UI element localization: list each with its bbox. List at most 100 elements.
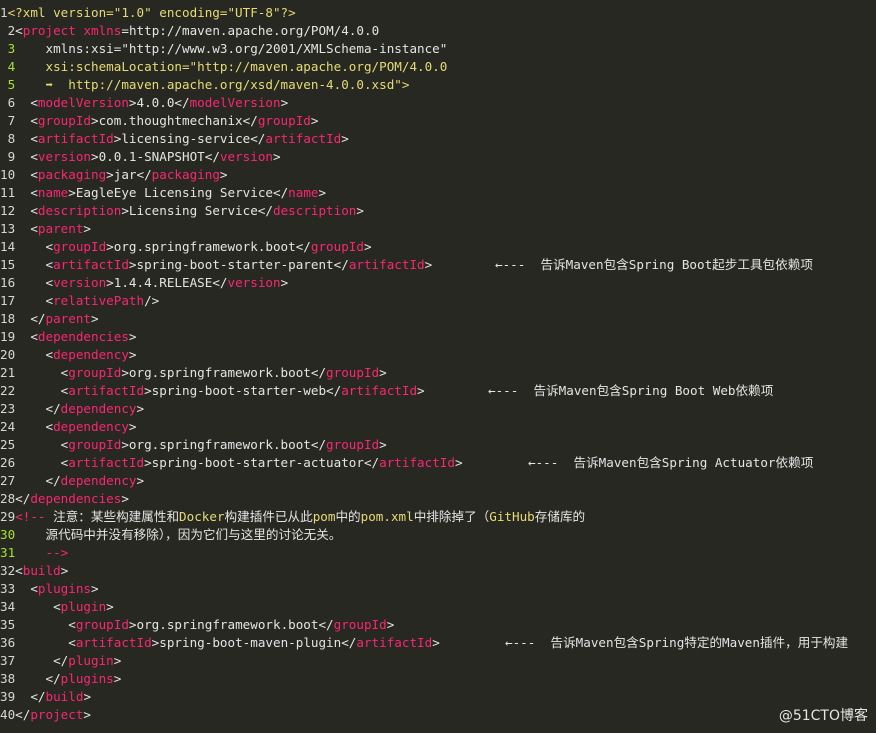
line-number: 19 <box>0 329 16 344</box>
code-text: </plugins> <box>15 670 122 688</box>
code-line: 1 <?xml version="1.0" encoding="UTF-8"?> <box>0 4 876 22</box>
code-line: 6 <modelVersion>4.0.0</modelVersion> <box>0 94 876 112</box>
code-line: 18 </parent> <box>0 310 876 328</box>
code-token: < <box>15 599 61 614</box>
code-token: > <box>363 239 372 254</box>
line-number: 14 <box>0 239 16 254</box>
code-token: ➡ http://maven.apache.org/xsd/maven-4.0.… <box>15 77 410 92</box>
line-number: 21 <box>0 365 16 380</box>
code-token: > <box>91 311 99 326</box>
code-line: 20 <dependency> <box>0 346 876 364</box>
code-text: <packaging>jar</packaging> <box>15 166 227 184</box>
code-token: > <box>417 383 425 398</box>
code-line: 7 <groupId>com.thoughtmechanix</groupId> <box>0 112 876 130</box>
code-token: <?xml version="1.0" encoding="UTF-8"?> <box>7 5 296 20</box>
code-token: 中排除掉了（ <box>413 509 490 524</box>
code-token: < <box>15 23 23 38</box>
code-text: <groupId>org.springframework.boot</group… <box>15 616 394 634</box>
code-line: 37 </plugin> <box>0 652 876 670</box>
code-token: artifactId <box>68 383 145 398</box>
line-number: 18 <box>0 311 16 326</box>
code-token: </ <box>15 707 31 722</box>
code-token: version <box>227 275 281 290</box>
code-line: 21 <groupId>org.springframework.boot</gr… <box>0 364 876 382</box>
code-token: > <box>432 635 440 650</box>
code-text: <dependency> <box>15 418 137 436</box>
line-number: 33 <box>0 581 16 596</box>
code-token: </ <box>15 671 61 686</box>
line-number: 38 <box>0 671 16 686</box>
code-line: 23 </dependency> <box>0 400 876 418</box>
code-token: >0.0.1-SNAPSHOT</ <box>91 149 220 164</box>
line-number: 12 <box>0 203 16 218</box>
code-text: <artifactId>spring-boot-maven-plugin</ar… <box>15 634 440 652</box>
code-token: parent <box>45 311 92 326</box>
code-token: < <box>15 185 38 200</box>
annotation-note: ←--- 告诉Maven包含Spring Boot Web依赖项 <box>488 383 774 398</box>
code-token: < <box>15 329 38 344</box>
code-token: groupId <box>53 239 107 254</box>
code-line: 38 </plugins> <box>0 670 876 688</box>
line-number: 40 <box>0 707 16 722</box>
code-token: < <box>15 563 23 578</box>
code-token: groupId <box>310 239 364 254</box>
line-number: 8 <box>0 131 16 146</box>
line-number: 17 <box>0 293 16 308</box>
code-line: 13 <parent> <box>0 220 876 238</box>
code-token: < <box>15 419 54 434</box>
code-token: >EagleEye Licensing Service</ <box>68 185 289 200</box>
code-token: </ <box>15 401 61 416</box>
code-line: 25 <groupId>org.springframework.boot</gr… <box>0 436 876 454</box>
code-line: 14 <groupId>org.springframework.boot</gr… <box>0 238 876 256</box>
code-token: </ <box>15 473 61 488</box>
code-token: >jar</ <box>106 167 152 182</box>
code-token: >org.springframework.boot</ <box>121 437 327 452</box>
code-token: >org.springframework.boot</ <box>106 239 311 254</box>
line-number: 16 <box>0 275 16 290</box>
code-token: >org.springframework.boot</ <box>128 617 334 632</box>
code-text: <description>Licensing Service</descript… <box>15 202 364 220</box>
line-number: 3 <box>0 41 16 56</box>
code-line: 5 ➡ http://maven.apache.org/xsd/maven-4.… <box>0 76 876 94</box>
line-number: 1 <box>0 5 8 20</box>
code-token: < <box>15 95 38 110</box>
line-number: 39 <box>0 689 16 704</box>
code-text: <dependencies> <box>15 328 136 346</box>
code-token: build <box>45 689 84 704</box>
code-token: < <box>15 617 76 632</box>
code-token: < <box>15 293 54 308</box>
code-token: groupId <box>257 113 311 128</box>
line-number: 25 <box>0 437 16 452</box>
code-token: plugins <box>60 671 114 686</box>
code-token: < <box>15 383 69 398</box>
code-token: < <box>15 365 69 380</box>
code-text: <project xmlns=http://maven.apache.org/P… <box>15 22 379 40</box>
code-token: --> <box>15 545 69 560</box>
code-token: xsi:schemaLocation="http://maven.apache.… <box>15 59 448 74</box>
code-text: <groupId>org.springframework.boot</group… <box>15 364 387 382</box>
code-token: build <box>22 563 61 578</box>
code-text: </project> <box>15 706 91 724</box>
code-token: > <box>318 185 327 200</box>
code-token: >spring-boot-maven-plugin</ <box>151 635 357 650</box>
code-line: 22 <artifactId>spring-boot-starter-web</… <box>0 382 876 400</box>
code-text: <build> <box>15 562 68 580</box>
code-token: > <box>83 221 92 236</box>
code-token: dependencies <box>37 329 129 344</box>
code-line: 28 </dependencies> <box>0 490 876 508</box>
code-token: description <box>272 203 357 218</box>
code-text: ➡ http://maven.apache.org/xsd/maven-4.0.… <box>15 76 410 94</box>
code-token: artifactId <box>37 131 114 146</box>
code-view: 1 <?xml version="1.0" encoding="UTF-8"?> … <box>0 4 876 724</box>
code-token: 存储库的 <box>534 509 586 524</box>
code-token: > <box>280 95 289 110</box>
code-token: > <box>128 419 137 434</box>
watermark: @51CTO博客 <box>778 708 868 724</box>
code-text: <plugin> <box>15 598 114 616</box>
line-number: 24 <box>0 419 16 434</box>
line-number: 32 <box>0 563 16 578</box>
code-token: dependency <box>53 419 129 434</box>
code-line: 10 <packaging>jar</packaging> <box>0 166 876 184</box>
code-token: pom <box>312 509 336 524</box>
code-text: <version>0.0.1-SNAPSHOT</version> <box>15 148 280 166</box>
